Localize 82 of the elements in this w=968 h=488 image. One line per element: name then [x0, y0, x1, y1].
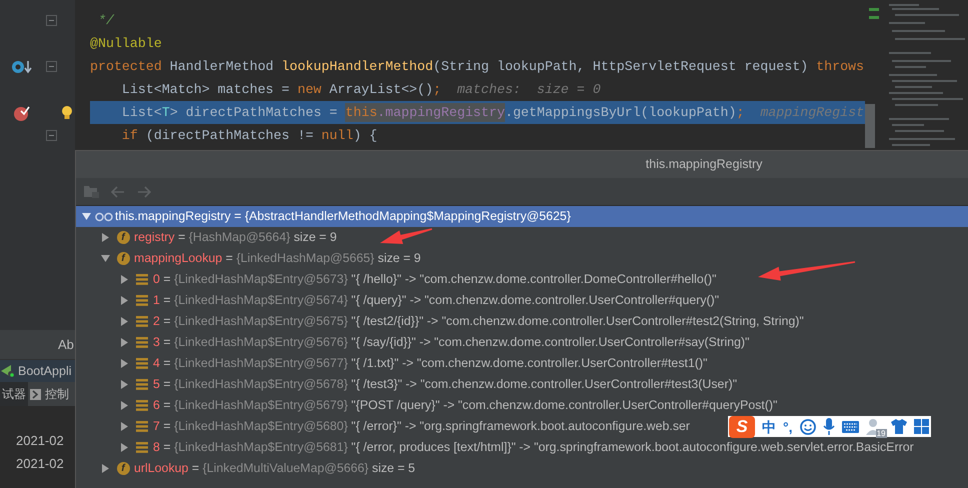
breakpoint-icon[interactable]: [13, 104, 31, 122]
keyboard-icon[interactable]: [842, 420, 858, 432]
field-icon: f: [116, 462, 130, 475]
entry-icon: [136, 379, 148, 390]
field-icon: f: [116, 252, 130, 265]
user-badge: 19: [876, 428, 886, 438]
collapsed-arrow-icon[interactable]: [120, 359, 128, 368]
tree-row[interactable]: 5 = {LinkedHashMap$Entry@5678} "{ /test3}" -> "com.chenzw.dome.controller.UserController#test3(User)": [76, 374, 737, 395]
variable-text: 6 = {LinkedHashMap$Entry@5679} "{POST /query}" -> "com.chenzw.dome.controller.UserController#queryPost()": [153, 397, 778, 414]
entry-icon: [136, 295, 148, 306]
entry-icon: [136, 316, 148, 327]
code-line: protected HandlerMethod lookupHandlerMethod(String lookupPath, HttpServletRequest request) throws: [90, 58, 865, 76]
tool-window-title: Ab: [58, 336, 74, 354]
collapsed-arrow-icon[interactable]: [120, 401, 128, 410]
tree-row[interactable]: 2 = {LinkedHashMap$Entry@5675} "{ /test2/{id}}" -> "com.chenzw.dome.controller.UserController#test2(String, String)": [76, 311, 804, 332]
collapsed-arrow-icon[interactable]: [120, 338, 128, 347]
entry-icon: [136, 421, 148, 432]
tree-row[interactable]: f mappingLookup = {LinkedHashMap@5665} size = 9: [76, 248, 421, 269]
variable-text: 7 = {LinkedHashMap$Entry@5680} "{ /error}" -> "org.springframework.boot.autoconfigure.web.ser: [153, 418, 690, 436]
tree-row[interactable]: 7 = {LinkedHashMap$Entry@5680} "{ /error}" -> "org.springframework.boot.autoconfigure.web.ser: [76, 416, 690, 437]
variable-text: urlLookup = {LinkedMultiValueMap@5666} size = 5: [134, 460, 416, 478]
punctuation-toggle[interactable]: °,: [783, 420, 792, 434]
tree-row[interactable]: f registry = {HashMap@5664} size = 9: [76, 227, 337, 248]
shirt-icon[interactable]: [890, 419, 906, 434]
entry-icon: [136, 442, 148, 453]
variable-text: 3 = {LinkedHashMap$Entry@5676} "{ /say/{id}}" -> "com.chenzw.dome.controller.UserController#say(String)": [153, 334, 750, 352]
microphone-icon[interactable]: [822, 418, 834, 435]
lightbulb-icon[interactable]: [60, 104, 72, 120]
code-line: */: [96, 12, 116, 30]
spring-app-icon: [1, 364, 16, 378]
variable-text: 1 = {LinkedHashMap$Entry@5674} "{ /query}" -> "com.chenzw.dome.controller.UserController#query()": [153, 292, 720, 310]
tree-row[interactable]: this.mappingRegistry = {AbstractHandlerMethodMapping$MappingRegistry@5625}: [76, 206, 968, 227]
tree-row[interactable]: 4 = {LinkedHashMap$Entry@5677} "{ /1.txt}" -> "com.chenzw.dome.controller.UserController#test1()": [76, 353, 708, 374]
variable-text: 8 = {LinkedHashMap$Entry@5681} "{ /error, produces [text/html]}" -> "org.springframework.boot.autoconfigure.web.servlet.error.BasicError: [153, 439, 914, 456]
variable-text: 4 = {LinkedHashMap$Entry@5677} "{ /1.txt}" -> "com.chenzw.dome.controller.UserController#test1()": [153, 355, 708, 372]
ime-mode-toggle[interactable]: 中: [762, 420, 776, 434]
run-tab[interactable]: BootAppli: [0, 360, 75, 382]
grid-icon[interactable]: [914, 419, 928, 434]
entry-icon: [136, 400, 148, 411]
expanded-arrow-icon[interactable]: [82, 213, 90, 220]
variable-text: this.mappingRegistry = {AbstractHandlerMethodMapping$MappingRegistry@5625}: [115, 208, 571, 226]
fold-icon[interactable]: [46, 15, 56, 26]
smiley-icon[interactable]: [800, 418, 816, 434]
collapsed-arrow-icon[interactable]: [120, 443, 128, 452]
watch-icon[interactable]: [11, 58, 33, 74]
code-line: @Nullable: [90, 34, 163, 53]
tree-row[interactable]: 8 = {LinkedHashMap$Entry@5681} "{ /error, produces [text/html]}" -> "org.springframework.boot.autoconfigure.web.servlet.error.BasicError: [76, 437, 914, 458]
variable-text: registry = {HashMap@5664} size = 9: [134, 229, 337, 246]
entry-icon: [136, 274, 148, 285]
collapsed-arrow-icon[interactable]: [102, 233, 108, 242]
collapsed-arrow-icon[interactable]: [120, 422, 128, 431]
tree-row[interactable]: 6 = {LinkedHashMap$Entry@5679} "{POST /query}" -> "com.chenzw.dome.controller.UserController#queryPost()": [76, 395, 778, 416]
collapsed-arrow-icon[interactable]: [102, 464, 108, 473]
field-icon: f: [116, 231, 130, 244]
watch-glasses-icon: [95, 212, 113, 222]
log-line: 2021-02: [16, 455, 65, 473]
tree-row[interactable]: f urlLookup = {LinkedMultiValueMap@5666} size = 5: [76, 458, 416, 479]
run-tab-label: BootAppli: [18, 362, 72, 380]
popup-title: this.mappingRegistry: [646, 156, 762, 174]
debug-tab[interactable]: 控制: [28, 382, 71, 406]
annotation-arrow: [380, 228, 432, 244]
expanded-arrow-icon[interactable]: [100, 255, 110, 262]
ime-logo[interactable]: S: [729, 416, 755, 438]
debug-tab[interactable]: 试器: [0, 382, 28, 406]
entry-icon: [136, 358, 148, 369]
code-line: List<Match> matches = new ArrayList<>(); matches: size = 0: [120, 80, 602, 99]
collapsed-arrow-icon[interactable]: [120, 380, 128, 389]
variable-text: 5 = {LinkedHashMap$Entry@5678} "{ /test3}" -> "com.chenzw.dome.controller.UserController#test3(User)": [153, 376, 737, 394]
collapsed-arrow-icon[interactable]: [120, 296, 128, 305]
collapsed-arrow-icon[interactable]: [120, 317, 128, 326]
variable-text: 2 = {LinkedHashMap$Entry@5675} "{ /test2/{id}}" -> "com.chenzw.dome.controller.UserController#test2(String, String)": [153, 313, 804, 330]
fold-icon[interactable]: [46, 130, 56, 141]
variable-text: 0 = {LinkedHashMap$Entry@5673} "{ /hello}" -> "com.chenzw.dome.controller.DomeController#hello()": [153, 271, 716, 288]
log-line: 2021-02: [16, 432, 65, 450]
variable-text: mappingLookup = {LinkedHashMap@5665} size = 9: [134, 250, 421, 268]
collapsed-arrow-icon[interactable]: [120, 275, 128, 284]
tree-row[interactable]: 3 = {LinkedHashMap$Entry@5676} "{ /say/{id}}" -> "com.chenzw.dome.controller.UserController#say(String)": [76, 332, 750, 353]
entry-icon: [136, 337, 148, 348]
tree-row[interactable]: 0 = {LinkedHashMap$Entry@5673} "{ /hello}" -> "com.chenzw.dome.controller.DomeController#hello()": [76, 269, 716, 290]
code-line: if (directPathMatches != null) {: [120, 126, 378, 145]
fold-icon[interactable]: [46, 61, 56, 72]
tree-row[interactable]: 1 = {LinkedHashMap$Entry@5674} "{ /query}" -> "com.chenzw.dome.controller.UserController#query()": [76, 290, 720, 311]
